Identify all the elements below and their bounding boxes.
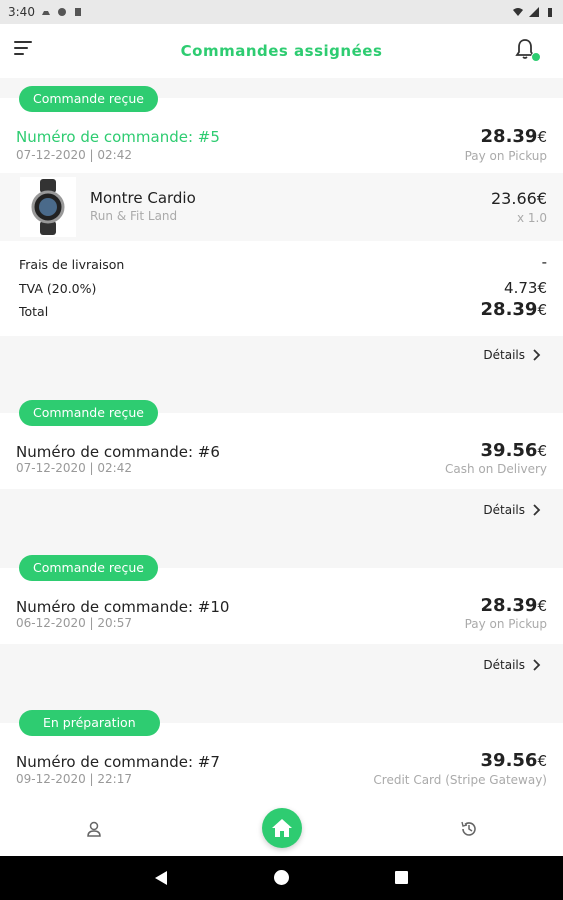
order-date: 09-12-2020 | 22:17 (16, 772, 132, 786)
back-icon[interactable] (154, 870, 168, 886)
home-icon (272, 819, 292, 837)
media-icon (57, 8, 66, 16)
status-bar: 3:40 (0, 0, 563, 24)
order-total: 28.39€ (480, 595, 547, 616)
sd-card-icon (74, 8, 81, 16)
total-label: Total (19, 304, 49, 319)
profile-tab[interactable] (85, 820, 103, 838)
total-value: 28.39€ (480, 299, 547, 320)
details-link[interactable]: Détails (483, 658, 541, 672)
home-tab[interactable] (262, 808, 302, 848)
order-date: 06-12-2020 | 20:57 (16, 616, 132, 630)
order-date: 07-12-2020 | 02:42 (16, 148, 132, 162)
chevron-right-icon (533, 659, 541, 671)
tax-label: TVA (20.0%) (19, 281, 97, 296)
chevron-right-icon (533, 349, 541, 361)
status-time: 3:40 (8, 5, 35, 19)
recent-apps-button[interactable] (395, 871, 408, 884)
notifications-button[interactable] (515, 38, 541, 62)
app-header: Commandes assignées (0, 24, 563, 78)
system-nav-bar (0, 856, 563, 900)
order-total: 39.56€ (480, 750, 547, 771)
details-link[interactable]: Détails (483, 348, 541, 362)
notification-dot (531, 52, 541, 62)
wifi-icon (513, 8, 523, 16)
page-title: Commandes assignées (180, 42, 383, 60)
payment-method: Credit Card (Stripe Gateway) (373, 773, 547, 787)
payment-method: Pay on Pickup (464, 149, 547, 163)
product-shop: Run & Fit Land (90, 209, 178, 223)
status-badge: Commande reçue (19, 86, 158, 112)
watch-icon (31, 179, 65, 235)
product-row[interactable]: Montre Cardio Run & Fit Land 23.66€ x 1.… (0, 173, 563, 241)
system-home-button[interactable] (274, 870, 289, 885)
payment-method: Cash on Delivery (445, 462, 547, 476)
user-icon (87, 821, 101, 837)
status-badge: En préparation (19, 710, 160, 736)
status-badge: Commande reçue (19, 555, 158, 581)
product-price: 23.66€ (491, 189, 547, 208)
order-number: Numéro de commande: #7 (16, 753, 220, 771)
notification-icon (41, 11, 50, 15)
history-tab[interactable] (460, 820, 478, 838)
product-quantity: x 1.0 (517, 211, 547, 225)
status-badge: Commande reçue (19, 400, 158, 426)
tax-value: 4.73€ (504, 279, 547, 297)
order-summary: Frais de livraison - TVA (20.0%) 4.73€ T… (0, 241, 563, 336)
battery-icon (548, 8, 552, 17)
order-list[interactable]: Commande reçue Numéro de commande: #5 07… (0, 78, 563, 800)
order-total: 28.39€ (480, 126, 547, 147)
menu-button[interactable] (14, 41, 38, 61)
order-number: Numéro de commande: #10 (16, 598, 230, 616)
product-name: Montre Cardio (90, 189, 196, 207)
order-number: Numéro de commande: #5 (16, 128, 220, 146)
product-thumbnail (20, 177, 76, 237)
order-number: Numéro de commande: #6 (16, 443, 220, 461)
order-total: 39.56€ (480, 440, 547, 461)
order-date: 07-12-2020 | 02:42 (16, 461, 132, 475)
delivery-fee-label: Frais de livraison (19, 257, 125, 272)
delivery-fee-value: - (541, 253, 547, 271)
details-link[interactable]: Détails (483, 503, 541, 517)
chevron-right-icon (533, 504, 541, 516)
history-icon (461, 821, 476, 836)
signal-icon (529, 7, 539, 17)
payment-method: Pay on Pickup (464, 617, 547, 631)
